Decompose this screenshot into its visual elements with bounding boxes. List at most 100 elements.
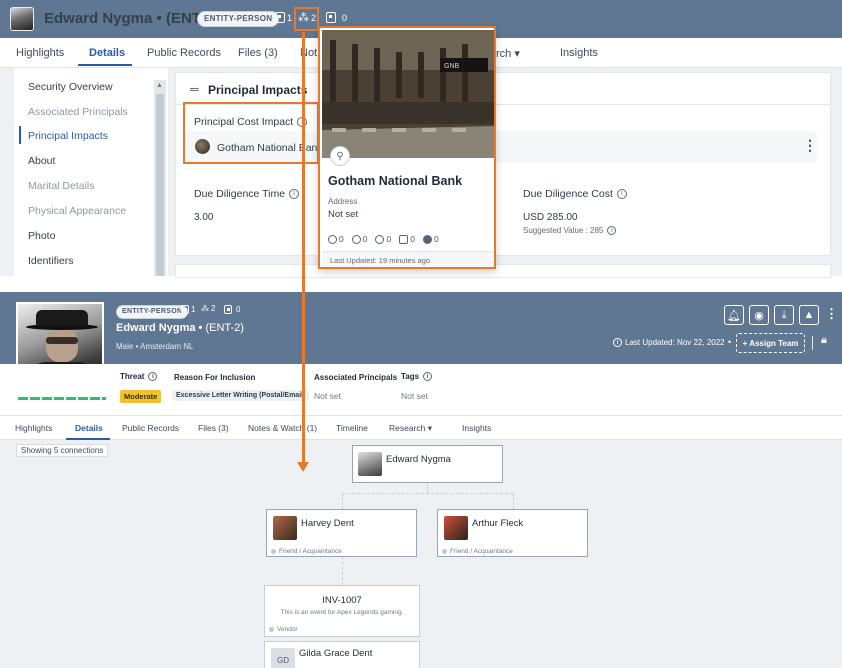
tab-details[interactable]: Details	[89, 47, 125, 59]
note-icon	[326, 12, 336, 23]
sidebar-active-indicator	[19, 126, 21, 144]
annotation-arrow-line	[302, 32, 305, 468]
download-button[interactable]: ⤓	[774, 305, 794, 325]
info-icon[interactable]: i	[616, 189, 627, 200]
connector-line	[427, 483, 428, 493]
info-icon[interactable]: i	[613, 338, 622, 348]
note-icon	[224, 305, 232, 314]
scroll-up-icon[interactable]: ▲	[156, 82, 163, 89]
due-time-label: Due Diligence Time	[194, 188, 286, 200]
suggested-value-wrap: Suggested Value : 285 i	[523, 226, 617, 236]
popup-stats: 0 0 0 0 0	[328, 234, 439, 245]
tab-files[interactable]: Files (3)	[198, 423, 229, 433]
person-node[interactable]: GD Gilda Grace Dent	[264, 641, 420, 668]
tab-public-records[interactable]: Public Records	[147, 47, 221, 59]
entity-hover-card[interactable]: GNB ⚲ Gotham National Bank Address Not s…	[318, 26, 496, 269]
profile-tab-bar: Highlights Details Public Records Files …	[0, 416, 842, 440]
popup-last-updated: Last Updated: 19 minutes ago	[330, 256, 431, 265]
tab-insights[interactable]: Insights	[560, 47, 598, 59]
tab-research[interactable]: Research ▾	[389, 423, 432, 434]
section-title: Principal Impacts	[208, 83, 308, 97]
tags-label-wrap: Tags i	[401, 372, 433, 382]
files-counter[interactable]: 1	[275, 12, 292, 23]
title-separator: •	[198, 322, 203, 334]
tab-research[interactable]: rch ▾	[496, 47, 520, 60]
more-menu-icon[interactable]: ⋮	[803, 137, 817, 154]
title-separator: •	[156, 10, 162, 27]
sidebar-item-marital-details[interactable]: Marital Details	[28, 180, 95, 192]
profile-notes-count: 0	[236, 305, 241, 314]
bell-icon: 🔔︎	[727, 309, 741, 322]
info-icon[interactable]: i	[607, 226, 617, 236]
more-menu-icon[interactable]: ⋮	[825, 306, 838, 322]
active-tab-underline	[78, 64, 132, 66]
status-dot	[269, 626, 274, 632]
entity-title: Edward Nygma • (ENT-2)	[44, 10, 218, 27]
sidebar-item-physical-appearance[interactable]: Physical Appearance	[28, 205, 126, 217]
root-node[interactable]: Edward Nygma	[352, 445, 503, 483]
connector-line	[342, 493, 513, 494]
tab-files[interactable]: Files (3)	[238, 47, 278, 59]
profile-notes-counter[interactable]: 0	[224, 305, 240, 314]
sidebar-item-about[interactable]: About	[28, 155, 55, 167]
reason-label: Reason For Inclusion	[174, 373, 256, 382]
info-icon[interactable]: i	[289, 189, 300, 200]
graph-node[interactable]: Arthur Fleck Friend / Acquaintance	[437, 509, 588, 557]
notes-counter[interactable]: 0	[326, 12, 347, 23]
stat-persons: 0	[375, 234, 391, 245]
event-relation: Vendor	[269, 626, 298, 633]
root-avatar	[358, 452, 382, 476]
event-node[interactable]: INV-1007 This is an event for Apex Legen…	[264, 585, 420, 637]
profile-last-updated: Last Updated: Nov 22, 2022	[625, 338, 725, 347]
popup-address-value: Not set	[328, 209, 359, 220]
sidebar-scroll-thumb[interactable]	[156, 94, 164, 276]
connector-line	[342, 493, 343, 509]
details-sidebar: Security Overview Associated Principals …	[14, 68, 168, 276]
cost-impact-value[interactable]: Gotham National Bank	[217, 142, 323, 154]
notification-button[interactable]: 🔔︎	[724, 305, 744, 325]
connector-line	[513, 493, 514, 509]
event-id: INV-1007	[322, 595, 362, 606]
popup-title[interactable]: Gotham National Bank	[328, 174, 462, 188]
sidebar-item-photo[interactable]: Photo	[28, 230, 55, 242]
sidebar-item-principal-impacts[interactable]: Principal Impacts	[28, 130, 108, 142]
warning-icon: ▲	[803, 309, 815, 321]
info-icon[interactable]: i	[148, 372, 158, 382]
entity-avatar	[10, 7, 34, 31]
tab-highlights[interactable]: Highlights	[16, 47, 64, 59]
threat-badge: Moderate	[120, 390, 162, 403]
profile-connections-counter[interactable]: ⁂ 2	[201, 304, 215, 313]
cost-impact-label: Principal Cost Impact	[194, 116, 294, 128]
profile-entity-badge: ENTITY-PERSON	[116, 305, 189, 319]
graph-node[interactable]: Harvey Dent Friend / Acquaintance	[266, 509, 417, 557]
threat-label-wrap: Threat i	[120, 372, 158, 382]
assign-team-button[interactable]: + Assign Team	[736, 333, 805, 353]
profile-subtitle: Male • Amsterdam NL	[116, 342, 194, 351]
profile-files-counter[interactable]: 1	[181, 305, 195, 314]
popup-address-label: Address	[328, 197, 358, 206]
sidebar-item-associated-principals[interactable]: Associated Principals	[28, 106, 128, 118]
tab-insights[interactable]: Insights	[462, 423, 491, 433]
score-bar	[18, 397, 106, 400]
stat-locations: 0	[351, 234, 367, 245]
tab-public-records[interactable]: Public Records	[122, 423, 179, 433]
alert-button[interactable]: ▲	[799, 305, 819, 325]
sidebar-item-identifiers[interactable]: Identifiers	[28, 255, 74, 267]
info-icon[interactable]: i	[423, 372, 433, 382]
entity-name: Edward Nygma	[44, 10, 153, 27]
tab-notes-watch[interactable]: Notes & Watch (1)	[248, 423, 317, 433]
file-box-icon	[275, 12, 285, 23]
event-description: This is an event for Apex Legends gaming…	[280, 609, 404, 616]
sidebar-item-security-overview[interactable]: Security Overview	[28, 81, 113, 93]
node-name: Arthur Fleck	[472, 518, 524, 529]
user-icon	[328, 235, 337, 245]
files-count: 1	[287, 12, 293, 23]
watch-button[interactable]: ◉	[749, 305, 769, 325]
tab-details[interactable]: Details	[75, 423, 103, 433]
lock-icon[interactable]: 🔒︎	[821, 334, 827, 347]
header-bullet: •	[728, 337, 732, 347]
tab-highlights[interactable]: Highlights	[15, 423, 52, 433]
principal-impacts-panel	[175, 72, 831, 256]
tab-timeline[interactable]: Timeline	[336, 423, 368, 433]
download-icon: ⤓	[781, 308, 787, 321]
